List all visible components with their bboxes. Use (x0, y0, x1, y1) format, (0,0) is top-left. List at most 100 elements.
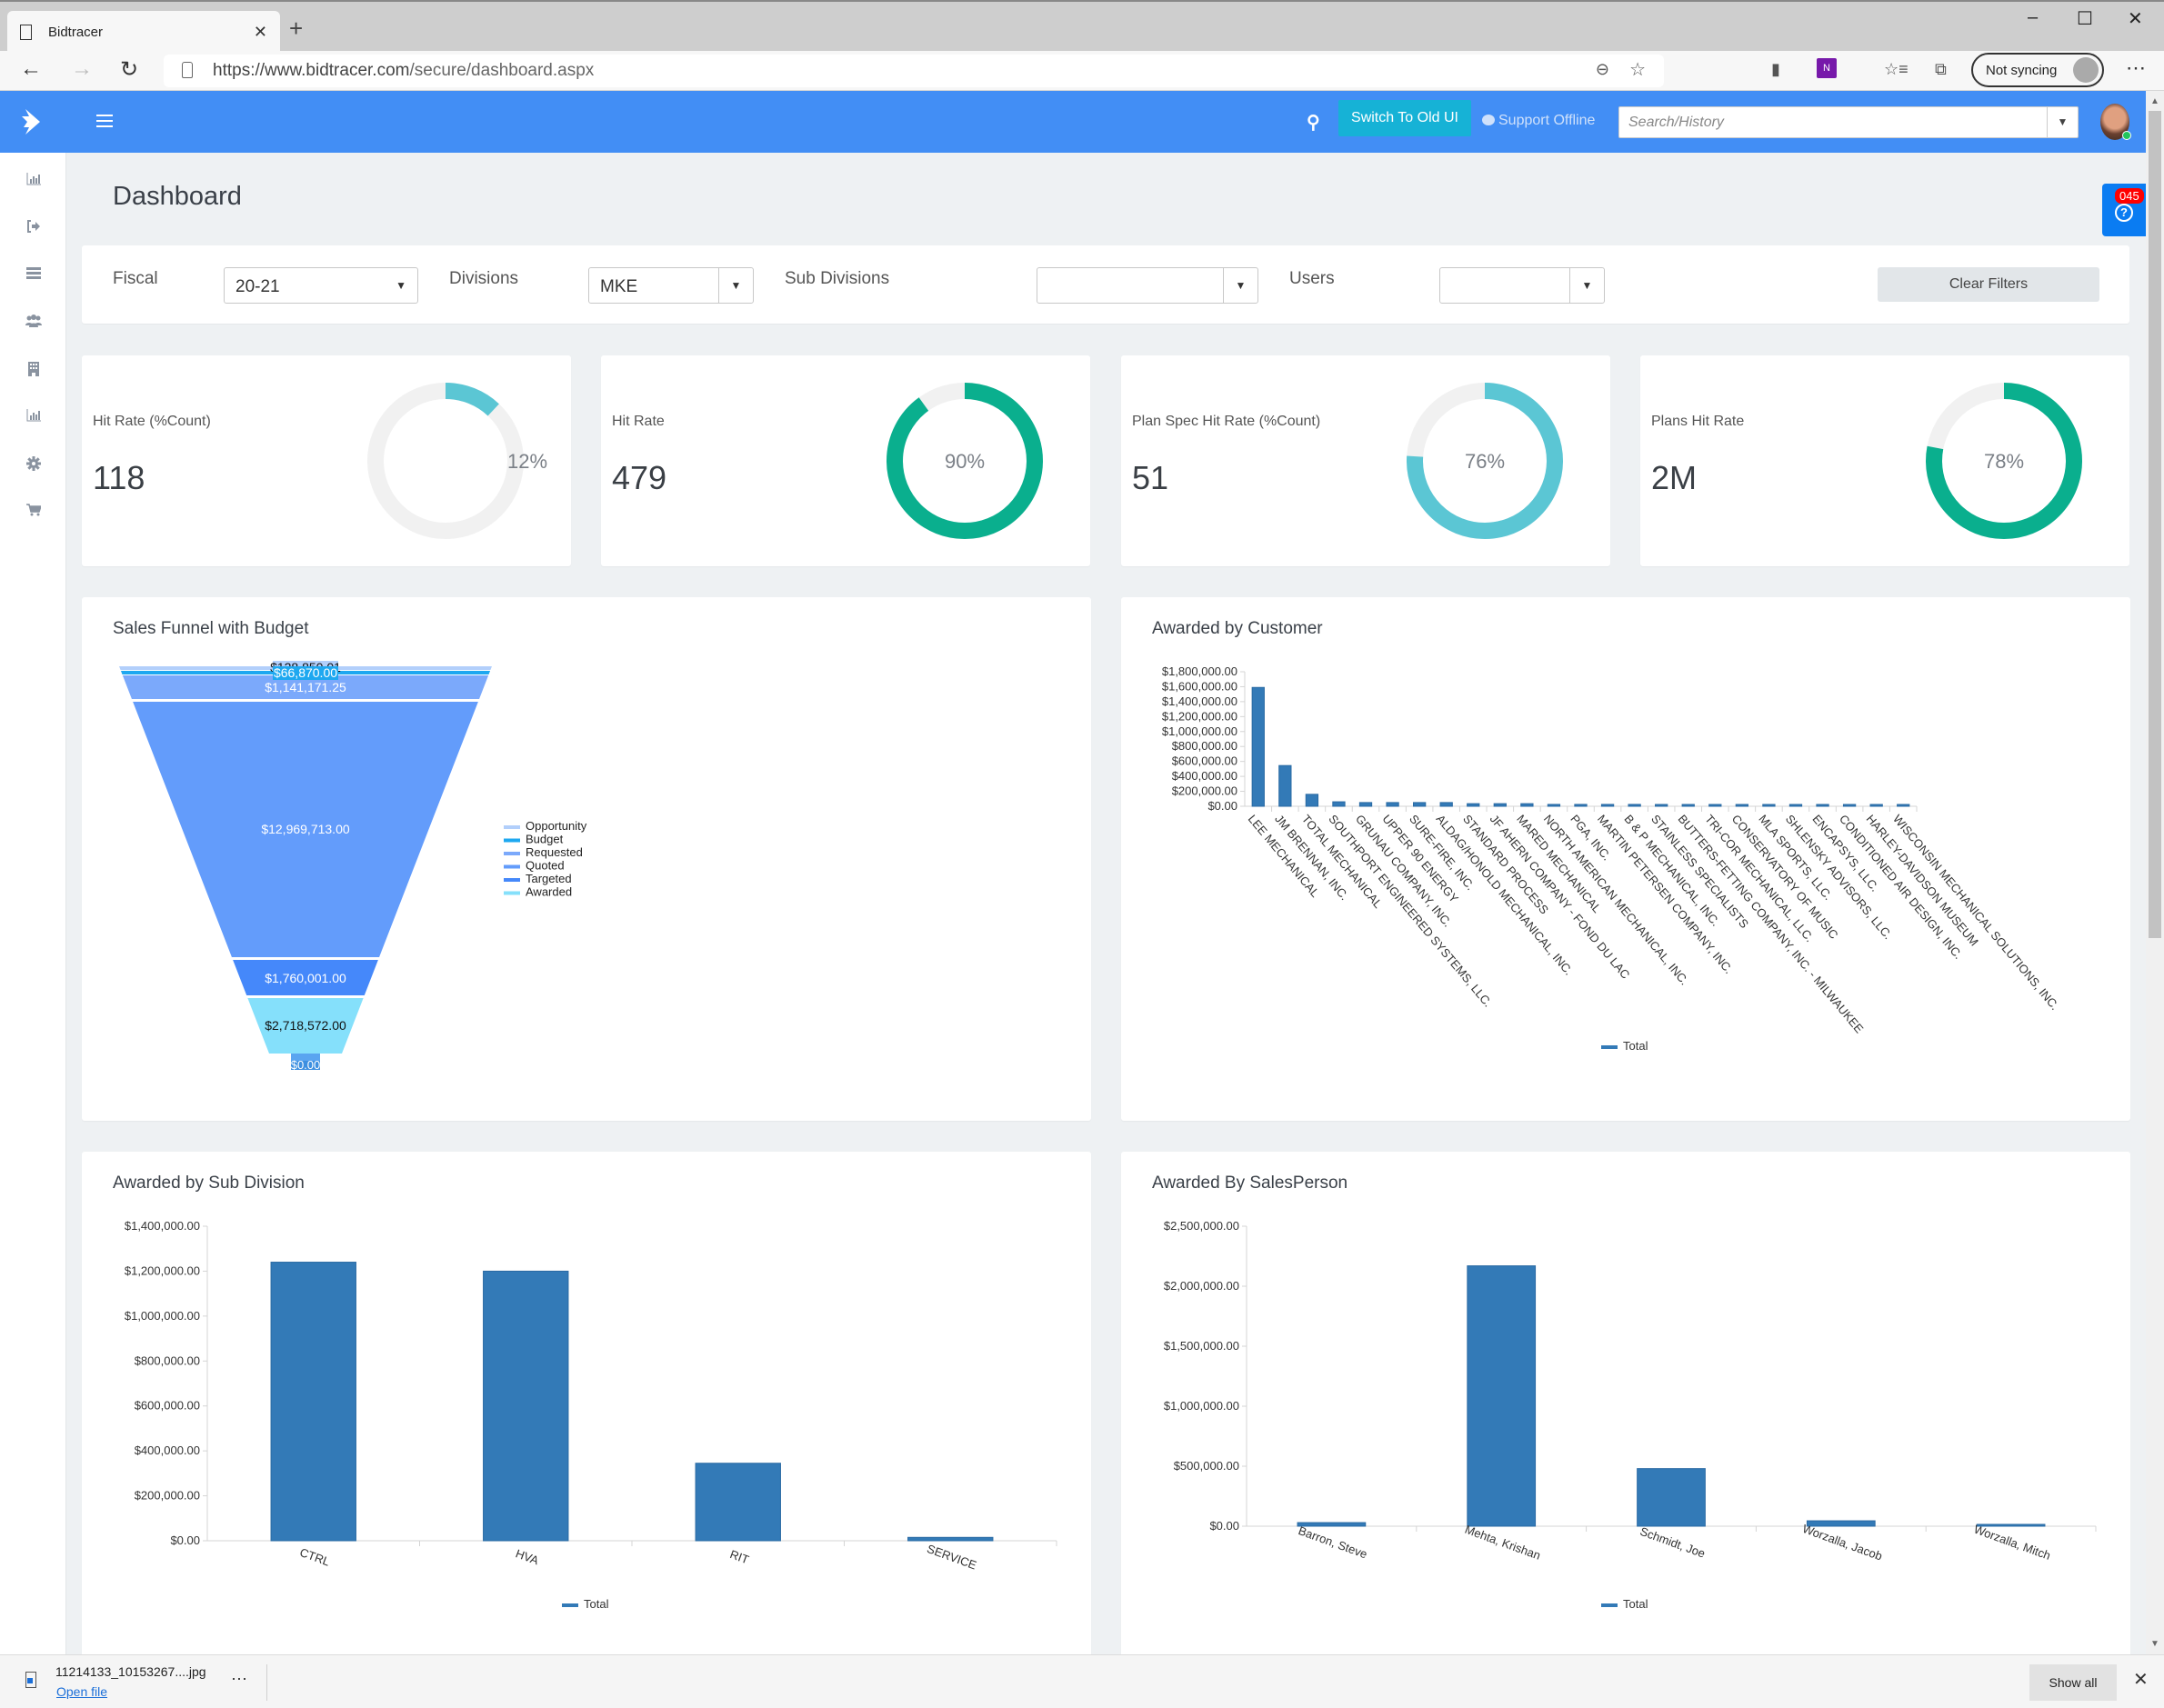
browser-menu-icon[interactable]: ⋯ (2126, 56, 2146, 80)
page-title: Dashboard (113, 182, 242, 211)
search-icon[interactable]: ⚲ (1307, 111, 1320, 134)
open-file-link[interactable]: Open file (56, 1684, 107, 1699)
y-tick-label: $1,200,000.00 (1162, 709, 1237, 723)
download-more-icon[interactable]: ⋯ (231, 1670, 247, 1689)
awarded-by-customer-card: Awarded by Customer $0.00 $200,000.00 $400… (1121, 597, 2130, 1121)
bar (1762, 804, 1776, 807)
kpi-label: Hit Rate (612, 414, 665, 429)
subdivisions-select[interactable]: ▼ (1037, 267, 1258, 304)
bar (1467, 803, 1480, 807)
url-path: /secure/dashboard.aspx (409, 61, 595, 80)
office-extension-icon[interactable]: ▮ (1771, 60, 1780, 79)
page-scrollbar[interactable]: ▲ ▼ (2146, 91, 2164, 1654)
chevron-down-icon[interactable]: ▼ (2047, 107, 2078, 137)
user-avatar[interactable] (2100, 104, 2131, 140)
legend-label: Requested (526, 845, 583, 859)
bar (1547, 804, 1561, 807)
scroll-up-icon[interactable]: ▲ (2150, 96, 2159, 106)
legend-swatch (504, 878, 520, 882)
sidebar-item-reports[interactable] (25, 409, 42, 425)
users-select[interactable]: ▼ (1439, 267, 1605, 304)
scroll-down-icon[interactable]: ▼ (2150, 1639, 2159, 1649)
bar (1788, 804, 1803, 807)
onenote-extension-icon[interactable]: N (1817, 58, 1837, 78)
bar (1708, 804, 1722, 807)
y-tick-label: $1,500,000.00 (1164, 1339, 1239, 1353)
kpi-card-hit-rate-count: Hit Rate (%Count) 118 12% (82, 355, 571, 566)
close-download-bar-icon[interactable]: ✕ (2133, 1668, 2149, 1691)
bar (1655, 804, 1668, 807)
sidebar-item-settings[interactable] (25, 456, 42, 473)
sidebar-item-signout[interactable] (25, 220, 42, 236)
sidebar-item-list[interactable] (25, 267, 42, 284)
clear-filters-button[interactable]: Clear Filters (1878, 267, 2099, 302)
legend-label: Awarded (526, 885, 572, 899)
subdivisions-label: Sub Divisions (785, 269, 890, 288)
refresh-button[interactable]: ↻ (120, 56, 138, 83)
cart-icon (26, 504, 43, 516)
sidebar-item-users[interactable] (25, 315, 42, 331)
kpi-percent: 90% (944, 450, 986, 473)
y-tick-label: $1,400,000.00 (125, 1219, 200, 1233)
kpi-percent: 78% (1983, 450, 2025, 473)
help-widget[interactable]: 045 ? (2102, 184, 2146, 236)
building-icon (28, 362, 39, 376)
y-tick-label: $800,000.00 (135, 1353, 200, 1367)
switch-to-old-ui-button[interactable]: Switch To Old UI (1338, 100, 1471, 136)
bar (483, 1270, 569, 1542)
fiscal-value: 20-21 (235, 277, 280, 296)
url-field[interactable]: https://www.bidtracer.com/secure/dashboa… (164, 55, 1664, 87)
bar (1386, 802, 1399, 807)
legend-swatch (504, 838, 520, 843)
support-status[interactable]: Support Offline (1482, 113, 1595, 129)
menu-toggle-icon[interactable] (96, 115, 113, 127)
favorites-icon[interactable]: ☆≡ (1884, 60, 1909, 79)
close-window-button[interactable]: ✕ (2128, 7, 2143, 30)
browser-tab[interactable]: Bidtracer ✕ (7, 11, 280, 53)
question-icon: ? (2115, 204, 2133, 222)
awarded-by-subdivision-card: Awarded by Sub Division $0.00 $200,000.00… (82, 1152, 1091, 1661)
favorite-star-icon[interactable]: ☆ (1629, 58, 1646, 81)
bar-chart-icon (26, 409, 41, 422)
scrollbar-thumb[interactable] (2149, 111, 2161, 938)
sidebar-item-dashboard[interactable] (25, 173, 42, 189)
page-icon (20, 24, 32, 40)
search-history-input[interactable] (1619, 107, 2047, 137)
fiscal-select[interactable]: 20-21 ▼ (224, 267, 418, 304)
kpi-label: Hit Rate (%Count) (93, 414, 211, 429)
forward-button[interactable]: → (71, 56, 93, 82)
browser-tab-bar: Bidtracer ✕ + – ☐ ✕ (0, 0, 2164, 53)
download-bar: 11214133_10153267....jpg Open file ⋯ Sho… (0, 1654, 2164, 1708)
x-tick-label: Mehta, Krishan (1463, 1523, 1542, 1563)
online-status-icon (2122, 131, 2131, 140)
y-tick-label: $400,000.00 (1172, 769, 1237, 783)
legend-label: Budget (526, 833, 564, 846)
y-tick-label: $1,800,000.00 (1162, 664, 1237, 678)
maximize-button[interactable]: ☐ (2077, 7, 2093, 30)
lock-icon (182, 62, 193, 78)
zoom-icon[interactable]: ⊖ (1596, 60, 1609, 79)
search-history-combobox[interactable]: ▼ (1618, 106, 2079, 138)
download-filename[interactable]: 11214133_10153267....jpg (55, 1664, 206, 1679)
sidebar-item-building[interactable] (25, 362, 42, 378)
sidebar-item-cart[interactable] (25, 504, 43, 520)
y-tick-label: $800,000.00 (1172, 739, 1237, 753)
divisions-select[interactable]: MKE ▼ (588, 267, 754, 304)
bidtracer-logo-icon[interactable] (20, 109, 44, 135)
minimize-button[interactable]: – (2028, 7, 2038, 28)
bar (1637, 1468, 1706, 1527)
collections-icon[interactable]: ⧉ (1935, 60, 1947, 79)
bar (1278, 764, 1292, 807)
show-all-button[interactable]: Show all (2029, 1664, 2117, 1701)
funnel-data-label: $1,760,001.00 (265, 971, 346, 985)
x-tick-label: Worzalla, Jacob (1800, 1522, 1884, 1563)
bar (695, 1463, 781, 1542)
url-host: https://www.bidtracer.com (213, 61, 410, 80)
kpi-value: 479 (612, 459, 667, 496)
back-button[interactable]: ← (20, 56, 42, 82)
sales-funnel-card: Sales Funnel with Budget $128,850.01$66,… (82, 597, 1091, 1121)
close-tab-icon[interactable]: ✕ (254, 23, 267, 42)
new-tab-button[interactable]: + (289, 15, 303, 43)
x-tick-label: Schmidt, Joe (1638, 1524, 1708, 1561)
sync-button[interactable]: Not syncing (1971, 53, 2104, 87)
